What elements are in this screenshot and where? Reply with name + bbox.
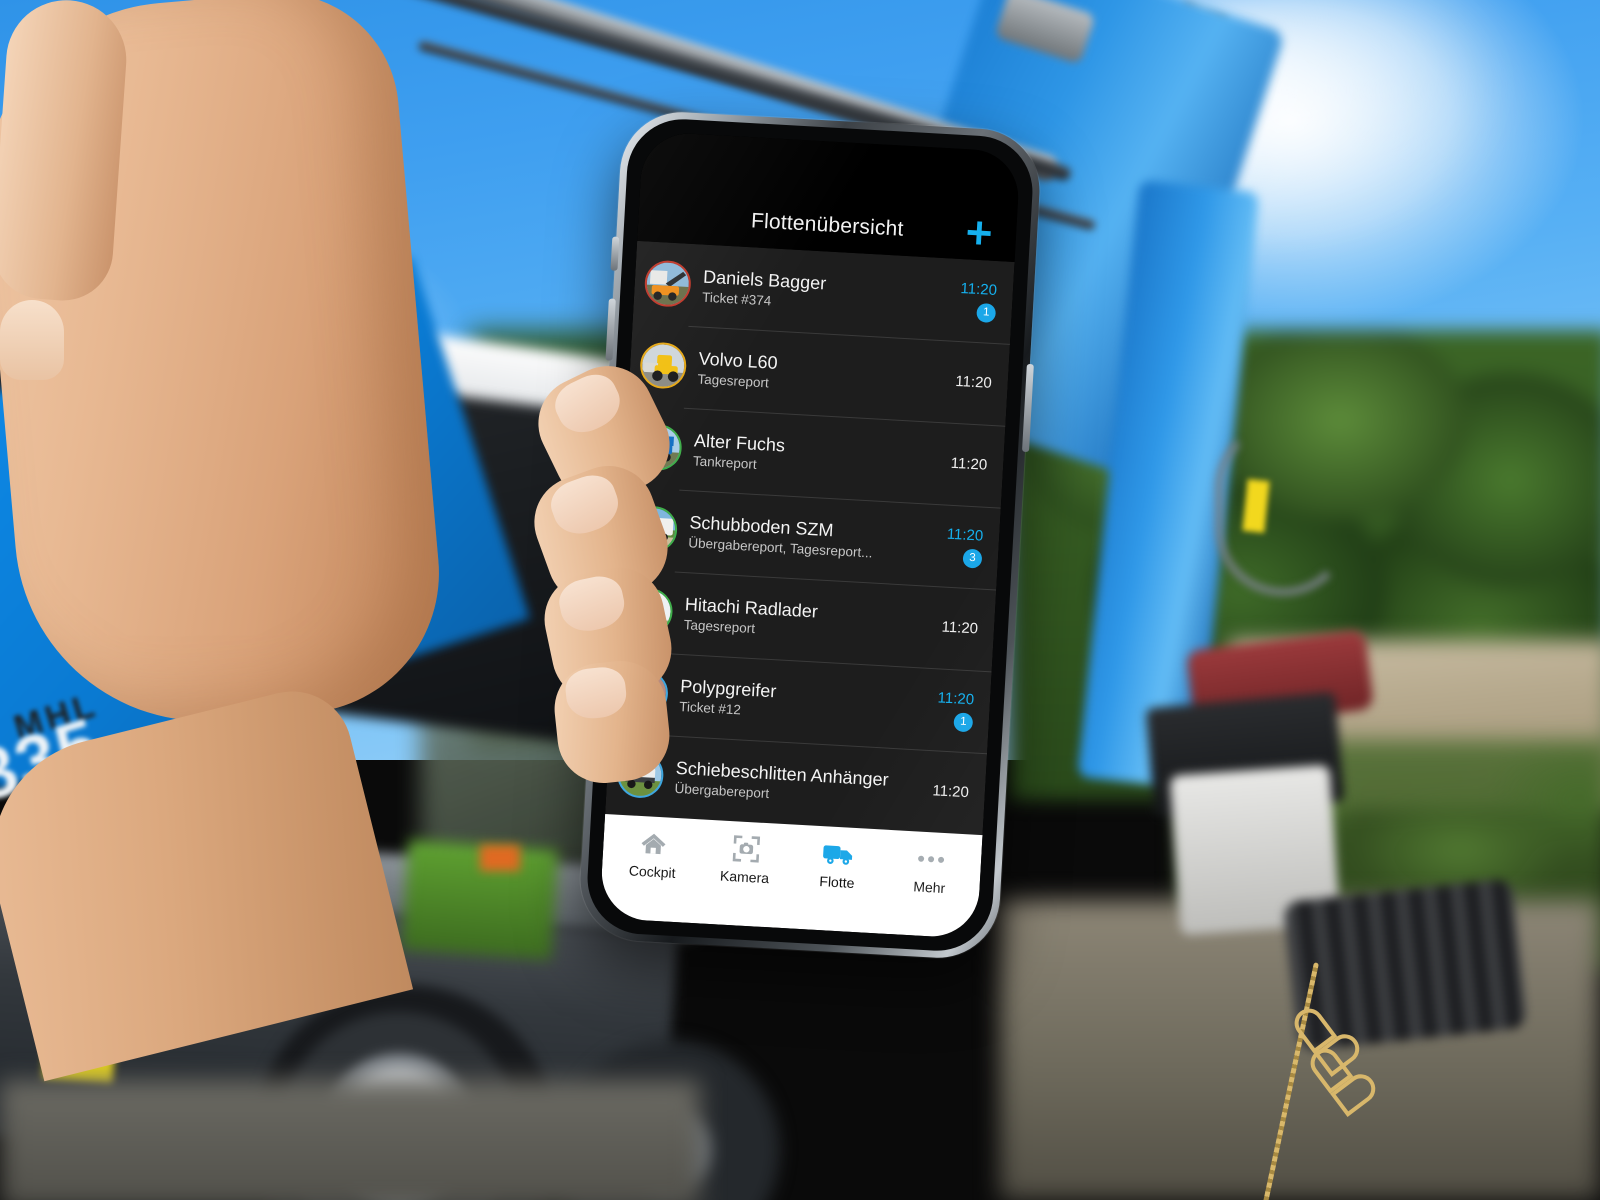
status-badge: 1: [953, 711, 974, 732]
tab-label: Cockpit: [628, 862, 676, 882]
row-text: Hitachi Radlader Tagesreport: [683, 593, 932, 647]
row-meta: 11:20: [941, 619, 978, 639]
row-text: Volvo L60 Tagesreport: [697, 348, 946, 402]
tab-label: Mehr: [912, 878, 946, 897]
orange-object: [480, 845, 520, 871]
tab-mehr[interactable]: Mehr: [880, 842, 977, 939]
row-meta: 11:20 1: [936, 689, 975, 732]
thumb: [0, 0, 131, 304]
navigation-bar: Flottenübersicht: [637, 131, 1021, 262]
timestamp: 11:20: [937, 688, 975, 708]
row-text: Schubboden SZM Übergabereport, Tagesrepo…: [688, 511, 937, 565]
ground-left: [0, 1080, 700, 1200]
row-text: Daniels Bagger Ticket #374: [702, 266, 951, 320]
row-meta: 11:20 3: [945, 525, 984, 569]
row-meta: 11:20 1: [959, 279, 998, 323]
add-vehicle-button[interactable]: [961, 215, 997, 251]
tab-bar: Cockpit Kamera Flotte Mehr: [599, 813, 983, 939]
tab-label: Kamera: [719, 867, 770, 887]
screenshot-root: MHL 335 Flottenübersicht: [0, 0, 1600, 1200]
timestamp: 11:20: [932, 782, 970, 802]
row-text: Polypgreifer Ticket #12: [679, 675, 928, 729]
row-text: Alter Fuchs Tankreport: [692, 429, 941, 483]
page-title: Flottenübersicht: [750, 209, 905, 241]
ellipsis-dots: [917, 855, 944, 863]
wrist: [0, 678, 414, 1082]
timestamp: 11:20: [941, 618, 979, 638]
timestamp: 11:20: [946, 525, 984, 545]
status-badge: 1: [976, 302, 997, 323]
plus-icon: [967, 221, 991, 245]
avatar: [638, 341, 688, 390]
hydraulic-hose: [1215, 420, 1351, 596]
tab-flotte[interactable]: Flotte: [788, 837, 885, 934]
bracelet-heart-charm: [1309, 1049, 1356, 1096]
row-meta: 11:20: [950, 455, 987, 475]
tab-kamera[interactable]: Kamera: [696, 831, 793, 928]
tab-cockpit[interactable]: Cockpit: [603, 826, 700, 923]
camera-icon: [731, 833, 761, 865]
row-meta: 11:20: [932, 782, 969, 802]
avatar: [643, 259, 693, 308]
wheel-loader-photo: [641, 343, 686, 388]
ellipsis-icon: [917, 844, 945, 875]
timestamp: 11:20: [950, 454, 988, 474]
truck-icon: [822, 838, 856, 870]
home-icon: [639, 828, 669, 860]
row-text: Schiebeschlitten Anhänger Übergabereport: [674, 757, 923, 811]
excavator-photo: [645, 261, 690, 306]
row-meta: 11:20: [955, 373, 992, 393]
gripping-fingers: [0, 0, 686, 788]
thumbnail: [0, 300, 64, 380]
tab-label: Flotte: [818, 873, 855, 892]
timestamp: 11:20: [954, 372, 993, 392]
timestamp: 11:20: [960, 279, 998, 299]
status-badge: 3: [962, 548, 983, 569]
